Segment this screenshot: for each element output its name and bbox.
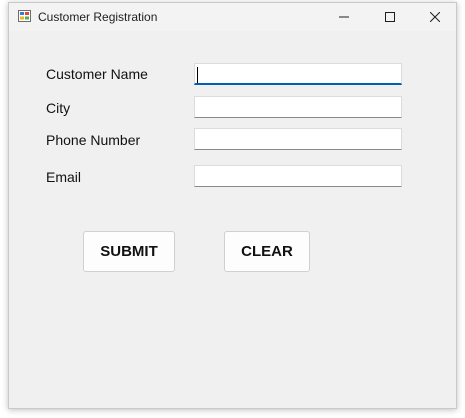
customer-name-input[interactable] <box>194 63 402 85</box>
customer-name-label: Customer Name <box>46 66 148 82</box>
customer-registration-window: Customer Registration Customer Name City… <box>8 2 457 409</box>
window-title: Customer Registration <box>38 10 158 24</box>
email-input[interactable] <box>194 165 402 187</box>
city-label: City <box>46 100 71 116</box>
email-label: Email <box>46 169 82 185</box>
maximize-icon <box>385 12 395 22</box>
minimize-button[interactable] <box>321 3 367 31</box>
phone-number-label: Phone Number <box>46 132 141 148</box>
submit-button[interactable]: SUBMIT <box>83 231 175 272</box>
title-bar[interactable]: Customer Registration <box>9 3 456 31</box>
phone-number-input[interactable] <box>194 128 402 150</box>
city-input[interactable] <box>194 96 402 118</box>
clear-button[interactable]: CLEAR <box>224 231 310 272</box>
close-button[interactable] <box>412 3 458 31</box>
minimize-icon <box>339 16 349 18</box>
maximize-button[interactable] <box>367 3 413 31</box>
close-icon <box>430 12 440 22</box>
text-caret <box>197 67 198 83</box>
app-form-icon <box>18 10 31 22</box>
